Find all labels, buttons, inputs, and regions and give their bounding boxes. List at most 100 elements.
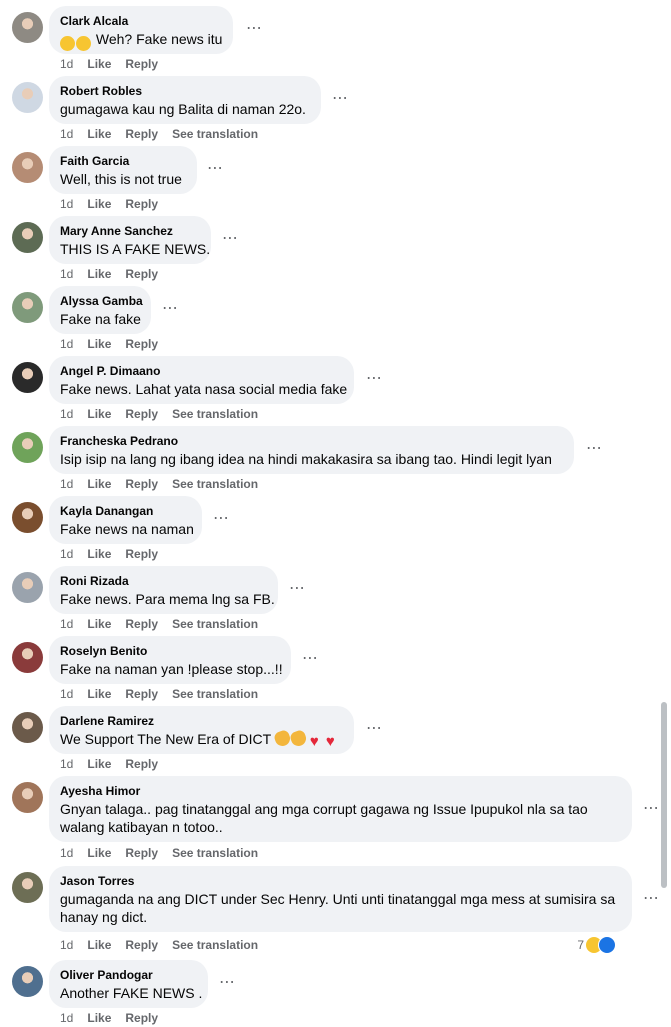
avatar[interactable]	[12, 642, 43, 673]
comment-author[interactable]: Roselyn Benito	[60, 644, 280, 659]
comment-item: Francheska Pedrano Isip isip na lang ng i…	[0, 426, 660, 493]
avatar[interactable]	[12, 362, 43, 393]
comment-author[interactable]: Jason Torres	[60, 874, 621, 889]
comment-author[interactable]: Oliver Pandogar	[60, 968, 197, 983]
see-translation-link[interactable]: See translation	[172, 846, 258, 860]
comment-text: Another FAKE NEWS .	[60, 984, 202, 1002]
like-button[interactable]: Like	[87, 757, 111, 771]
comment-item: Roni Rizada Fake news. Para mema lng sa F…	[0, 566, 660, 633]
like-button[interactable]: Like	[87, 57, 111, 71]
more-options-icon[interactable]: ⋯	[643, 891, 660, 907]
like-button[interactable]: Like	[87, 197, 111, 211]
comment-author[interactable]: Mary Anne Sanchez	[60, 224, 200, 239]
more-options-icon[interactable]: ⋯	[586, 441, 603, 457]
more-options-icon[interactable]: ⋯	[332, 91, 349, 107]
see-translation-link[interactable]: See translation	[172, 687, 258, 701]
reply-button[interactable]: Reply	[125, 57, 158, 71]
see-translation-link[interactable]: See translation	[172, 938, 258, 952]
comment-time[interactable]: 1d	[60, 757, 73, 771]
comment-time[interactable]: 1d	[60, 687, 73, 701]
reply-button[interactable]: Reply	[125, 267, 158, 281]
comment-author[interactable]: Kayla Danangan	[60, 504, 191, 519]
comment-time[interactable]: 1d	[60, 1011, 73, 1025]
like-button[interactable]: Like	[87, 337, 111, 351]
comment-author[interactable]: Francheska Pedrano	[60, 434, 563, 449]
comment-author[interactable]: Faith Garcia	[60, 154, 186, 169]
see-translation-link[interactable]: See translation	[172, 127, 258, 141]
like-button[interactable]: Like	[87, 938, 111, 952]
reply-button[interactable]: Reply	[125, 337, 158, 351]
like-button[interactable]: Like	[87, 127, 111, 141]
avatar[interactable]	[12, 502, 43, 533]
reply-button[interactable]: Reply	[125, 407, 158, 421]
more-options-icon[interactable]: ⋯	[207, 161, 224, 177]
avatar[interactable]	[12, 152, 43, 183]
more-options-icon[interactable]: ⋯	[366, 371, 383, 387]
like-button[interactable]: Like	[87, 407, 111, 421]
more-options-icon[interactable]: ⋯	[213, 511, 230, 527]
comment-text: THIS IS A FAKE NEWS.	[60, 240, 210, 258]
comment-time[interactable]: 1d	[60, 337, 73, 351]
avatar[interactable]	[12, 966, 43, 997]
reply-button[interactable]: Reply	[125, 938, 158, 952]
more-options-icon[interactable]: ⋯	[366, 721, 383, 737]
comment-author[interactable]: Robert Robles	[60, 84, 310, 99]
reply-button[interactable]: Reply	[125, 127, 158, 141]
comment-text-content: Fake news. Lahat yata nasa social media …	[60, 381, 348, 397]
reply-button[interactable]: Reply	[125, 846, 158, 860]
reply-button[interactable]: Reply	[125, 757, 158, 771]
comment-time[interactable]: 1d	[60, 267, 73, 281]
see-translation-link[interactable]: See translation	[172, 617, 258, 631]
more-options-icon[interactable]: ⋯	[643, 801, 660, 817]
reply-button[interactable]: Reply	[125, 197, 158, 211]
more-options-icon[interactable]: ⋯	[246, 21, 263, 37]
more-options-icon[interactable]: ⋯	[302, 651, 319, 667]
avatar[interactable]	[12, 82, 43, 113]
avatar[interactable]	[12, 222, 43, 253]
avatar[interactable]	[12, 782, 43, 813]
like-button[interactable]: Like	[87, 846, 111, 860]
more-options-icon[interactable]: ⋯	[222, 231, 239, 247]
like-button[interactable]: Like	[87, 547, 111, 561]
like-button[interactable]: Like	[87, 1011, 111, 1025]
reply-button[interactable]: Reply	[125, 687, 158, 701]
comment-author[interactable]: Clark Alcala	[60, 14, 222, 29]
comment-time[interactable]: 1d	[60, 938, 73, 952]
reply-button[interactable]: Reply	[125, 617, 158, 631]
comment-author[interactable]: Darlene Ramirez	[60, 714, 343, 729]
reaction-summary[interactable]: 7	[577, 936, 616, 954]
comment-time[interactable]: 1d	[60, 846, 73, 860]
like-button[interactable]: Like	[87, 267, 111, 281]
comment-time[interactable]: 1d	[60, 547, 73, 561]
comment-time[interactable]: 1d	[60, 407, 73, 421]
more-options-icon[interactable]: ⋯	[219, 975, 236, 991]
avatar[interactable]	[12, 572, 43, 603]
comment-actions: 1d Like Reply See translation	[60, 127, 272, 141]
avatar[interactable]	[12, 872, 43, 903]
reply-button[interactable]: Reply	[125, 547, 158, 561]
like-button[interactable]: Like	[87, 617, 111, 631]
comment-time[interactable]: 1d	[60, 57, 73, 71]
avatar[interactable]	[12, 432, 43, 463]
avatar[interactable]	[12, 12, 43, 43]
comment-author[interactable]: Roni Rizada	[60, 574, 267, 589]
avatar[interactable]	[12, 712, 43, 743]
see-translation-link[interactable]: See translation	[172, 407, 258, 421]
more-options-icon[interactable]: ⋯	[162, 301, 179, 317]
comment-time[interactable]: 1d	[60, 197, 73, 211]
scrollbar[interactable]	[661, 702, 667, 888]
comment-author[interactable]: Alyssa Gamba	[60, 294, 143, 309]
reply-button[interactable]: Reply	[125, 1011, 158, 1025]
comment-author[interactable]: Ayesha Himor	[60, 784, 621, 799]
comment-time[interactable]: 1d	[60, 127, 73, 141]
comment-time[interactable]: 1d	[60, 617, 73, 631]
heart-emoji-icon: ♥	[325, 733, 335, 750]
comment-time[interactable]: 1d	[60, 477, 73, 491]
like-button[interactable]: Like	[87, 687, 111, 701]
see-translation-link[interactable]: See translation	[172, 477, 258, 491]
avatar[interactable]	[12, 292, 43, 323]
like-button[interactable]: Like	[87, 477, 111, 491]
comment-author[interactable]: Angel P. Dimaano	[60, 364, 343, 379]
reply-button[interactable]: Reply	[125, 477, 158, 491]
more-options-icon[interactable]: ⋯	[289, 581, 306, 597]
